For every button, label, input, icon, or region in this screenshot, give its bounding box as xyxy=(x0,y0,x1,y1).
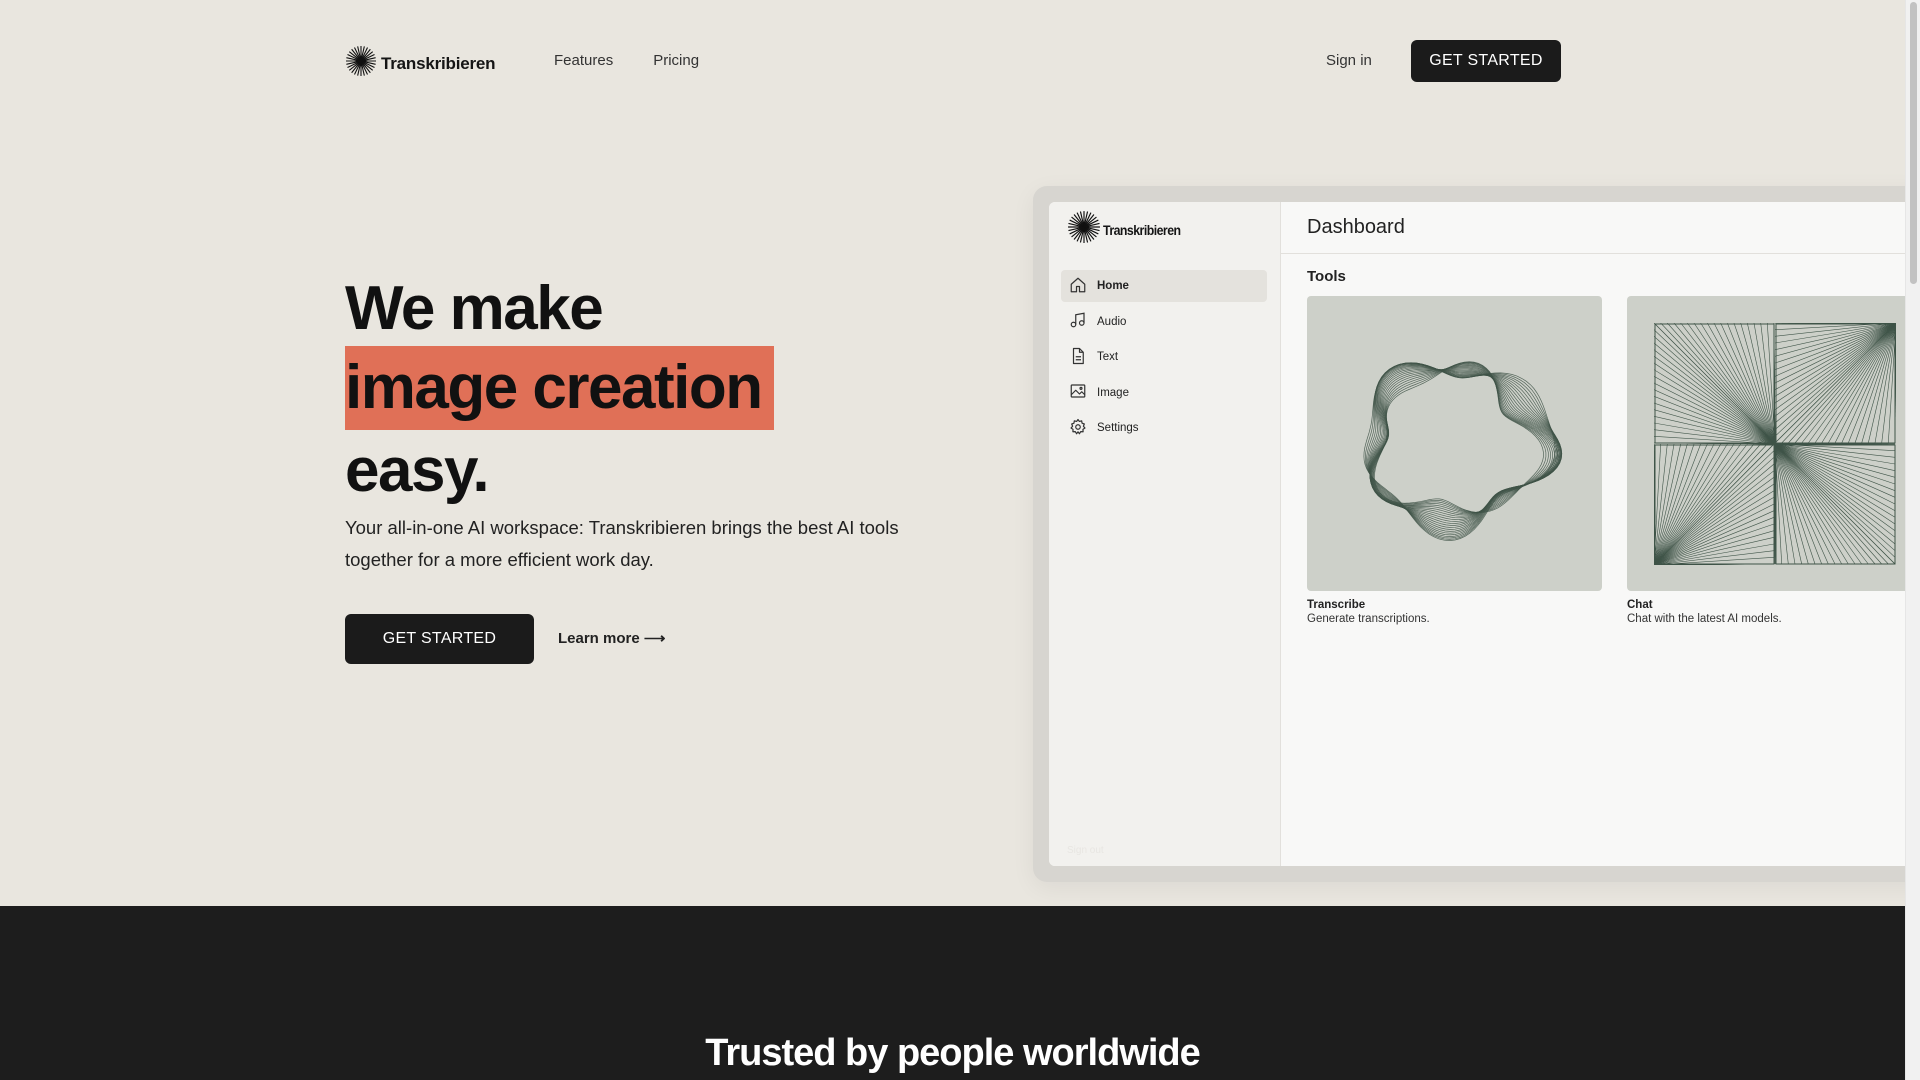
image-icon xyxy=(1069,382,1087,403)
brand-name: Transkribieren xyxy=(381,53,496,73)
sidebar-item-label: Image xyxy=(1097,386,1129,399)
tool-description: Generate transcriptions. xyxy=(1307,613,1430,625)
chat-artwork xyxy=(1627,296,1905,591)
signin-link[interactable]: Sign in xyxy=(1326,52,1372,69)
hero-subcopy: Your all-in-one AI workspace: Transkribi… xyxy=(345,517,899,570)
app-mockup-window: Transkribieren Home Audio Text Image Set… xyxy=(1049,202,1905,866)
hero-headline: We make image creation easy. xyxy=(345,268,774,512)
mockup-nav: Home Audio Text Image Settings xyxy=(1061,270,1267,448)
sidebar-item-label: Home xyxy=(1097,280,1129,292)
mockup-sidebar: Transkribieren Home Audio Text Image Set… xyxy=(1049,202,1281,866)
home-icon xyxy=(1069,276,1087,297)
starburst-logo-icon xyxy=(1067,210,1101,249)
tool-name: Chat xyxy=(1627,599,1653,611)
mockup-header: Dashboard xyxy=(1281,202,1905,254)
tools-heading: Tools xyxy=(1307,268,1346,285)
sidebar-item-label: Settings xyxy=(1097,422,1139,434)
tool-description: Chat with the latest AI models. xyxy=(1627,613,1782,625)
sidebar-item-home[interactable]: Home xyxy=(1061,270,1267,302)
sidebar-item-image[interactable]: Image xyxy=(1061,377,1267,409)
music-note-icon xyxy=(1069,311,1087,332)
top-nav: Transkribieren Features Pricing Sign in … xyxy=(345,40,1561,82)
nav-get-started-button[interactable]: GET STARTED xyxy=(1411,40,1561,82)
transcribe-artwork xyxy=(1307,296,1602,591)
sidebar-item-label: Audio xyxy=(1097,315,1127,328)
tool-card-chat[interactable]: Chat Chat with the latest AI models. xyxy=(1627,296,1905,625)
mockup-brand-name: Transkribieren xyxy=(1103,221,1181,238)
brand-logo[interactable]: Transkribieren xyxy=(345,45,496,82)
mockup-brand-logo: Transkribieren xyxy=(1067,210,1191,249)
page-scrollbar[interactable] xyxy=(1905,0,1920,1080)
trusted-section: Trusted by people worldwide xyxy=(0,906,1905,1080)
signout-link[interactable]: Sign out xyxy=(1067,845,1104,856)
scrollbar-thumb[interactable] xyxy=(1910,2,1917,284)
starburst-logo-icon xyxy=(345,45,377,82)
mockup-page-title: Dashboard xyxy=(1307,216,1405,238)
nav-link-features[interactable]: Features xyxy=(554,52,613,69)
document-icon xyxy=(1069,347,1087,368)
nav-link-pricing[interactable]: Pricing xyxy=(653,52,699,69)
sidebar-item-settings[interactable]: Settings xyxy=(1061,412,1267,444)
trusted-heading: Trusted by people worldwide xyxy=(705,1032,1201,1074)
tool-card-transcribe[interactable]: Transcribe Generate transcriptions. xyxy=(1307,296,1602,625)
hero-section: Transkribieren Features Pricing Sign in … xyxy=(0,0,1905,906)
sidebar-item-audio[interactable]: Audio xyxy=(1061,306,1267,338)
tool-name: Transcribe xyxy=(1307,599,1366,611)
hero-get-started-button[interactable]: GET STARTED xyxy=(345,614,534,664)
sidebar-item-text[interactable]: Text xyxy=(1061,341,1267,373)
headline-line-3: easy. xyxy=(345,436,490,505)
app-mockup-frame: Transkribieren Home Audio Text Image Set… xyxy=(1033,186,1905,882)
headline-highlight: image creation xyxy=(345,346,774,430)
gear-icon xyxy=(1069,418,1087,439)
nav-links: Features Pricing xyxy=(554,52,699,69)
sidebar-item-label: Text xyxy=(1097,351,1119,363)
learn-more-link[interactable]: Learn more ⟶ xyxy=(558,629,665,647)
mockup-main: Dashboard Tools Transcribe Generate tran… xyxy=(1281,202,1905,866)
headline-line-1: We make xyxy=(345,274,604,343)
